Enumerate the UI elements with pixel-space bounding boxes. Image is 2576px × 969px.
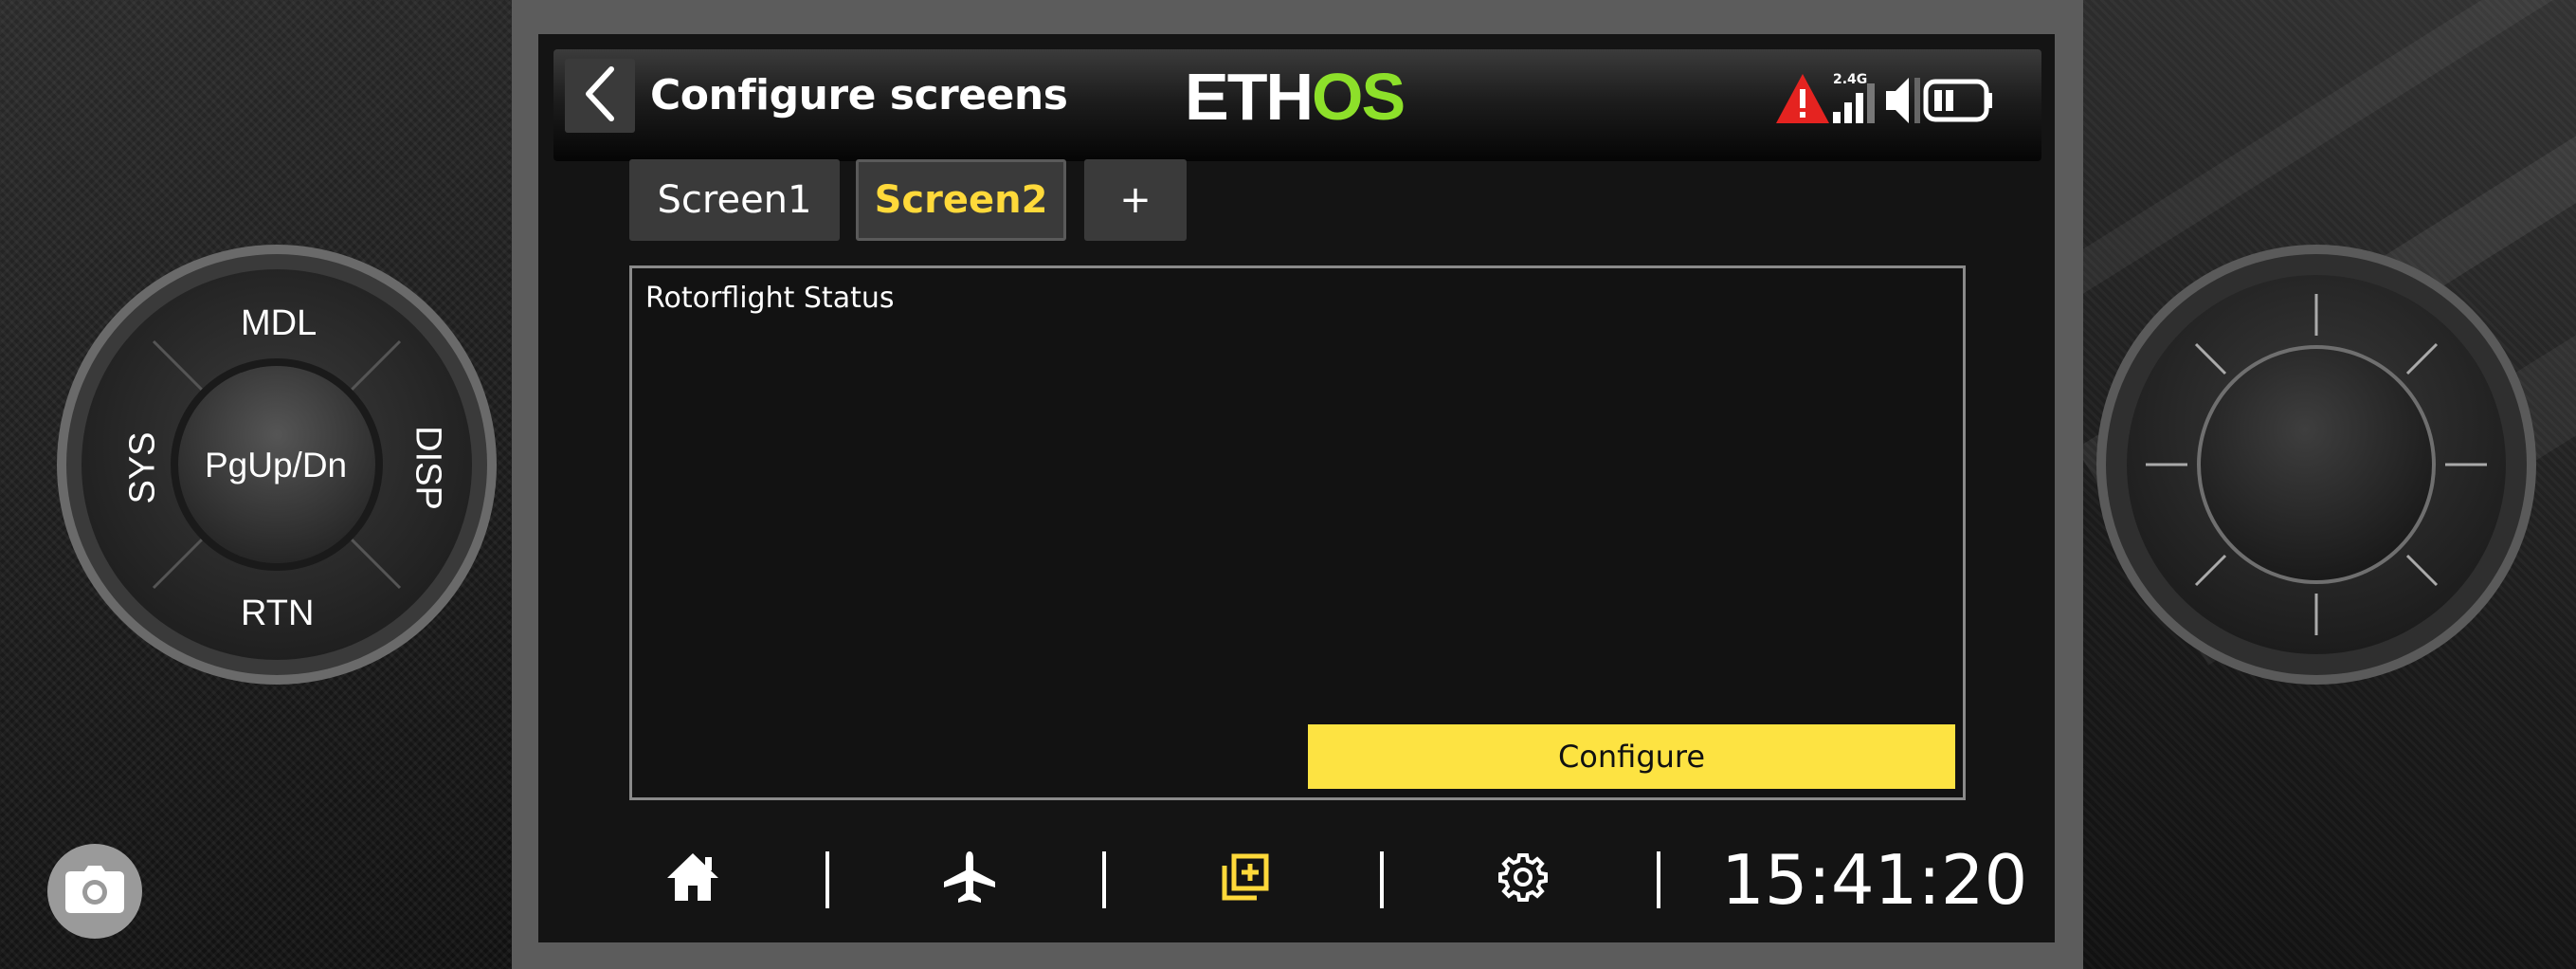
signal-bars-icon	[1833, 83, 1875, 123]
battery-icon	[1923, 79, 1992, 122]
widget-label: Rotorflight Status	[645, 282, 895, 315]
status-icons: 2.4G	[1774, 66, 2030, 133]
signal-label: 2.4G	[1833, 72, 1867, 87]
nav-separator	[1657, 851, 1660, 908]
back-button[interactable]	[565, 59, 635, 133]
dpad-control: MDL SYS PgUp/Dn DISP RTN	[55, 243, 499, 686]
dpad-pgupdn-button[interactable]: PgUp/Dn	[205, 446, 347, 485]
tab-screen2[interactable]: Screen2	[856, 159, 1066, 241]
dpad-mdl-button[interactable]: MDL	[241, 303, 317, 344]
add-screen-button[interactable]: +	[1084, 159, 1187, 241]
tab-screen1[interactable]: Screen1	[629, 159, 840, 241]
nav-home-button[interactable]	[660, 846, 726, 912]
radio-screen: Configure screens ETHOS 2.4G Screen1 Scr…	[538, 34, 2055, 942]
ethos-logo: ETHOS	[1185, 60, 1406, 134]
dpad-disp-button[interactable]: DISP	[408, 416, 448, 521]
nav-separator	[825, 851, 829, 908]
dpad-rtn-button[interactable]: RTN	[241, 594, 314, 634]
widget-area[interactable]: Rotorflight Status Configure	[629, 265, 1966, 800]
gear-icon	[1497, 851, 1549, 906]
configure-button[interactable]: Configure	[1308, 724, 1955, 789]
camera-icon	[65, 866, 124, 917]
nav-model-button[interactable]	[936, 846, 1003, 912]
home-icon	[665, 851, 720, 906]
airplane-icon	[942, 850, 997, 908]
nav-separator	[1380, 851, 1384, 908]
camera-button[interactable]	[47, 844, 142, 939]
nav-screens-button[interactable]	[1212, 846, 1279, 912]
warning-icon	[1776, 74, 1829, 123]
header-bar: Configure screens ETHOS 2.4G	[553, 49, 2041, 161]
nav-separator	[1102, 851, 1106, 908]
dpad-sys-button[interactable]: SYS	[123, 426, 164, 511]
clock: 15:41:20	[1721, 840, 2028, 920]
speaker-icon	[1886, 78, 1909, 123]
page-title: Configure screens	[650, 71, 1068, 119]
nav-settings-button[interactable]	[1490, 846, 1556, 912]
chevron-left-icon	[581, 65, 619, 126]
screens-icon	[1221, 852, 1270, 905]
rotary-knob[interactable]	[2095, 243, 2538, 686]
